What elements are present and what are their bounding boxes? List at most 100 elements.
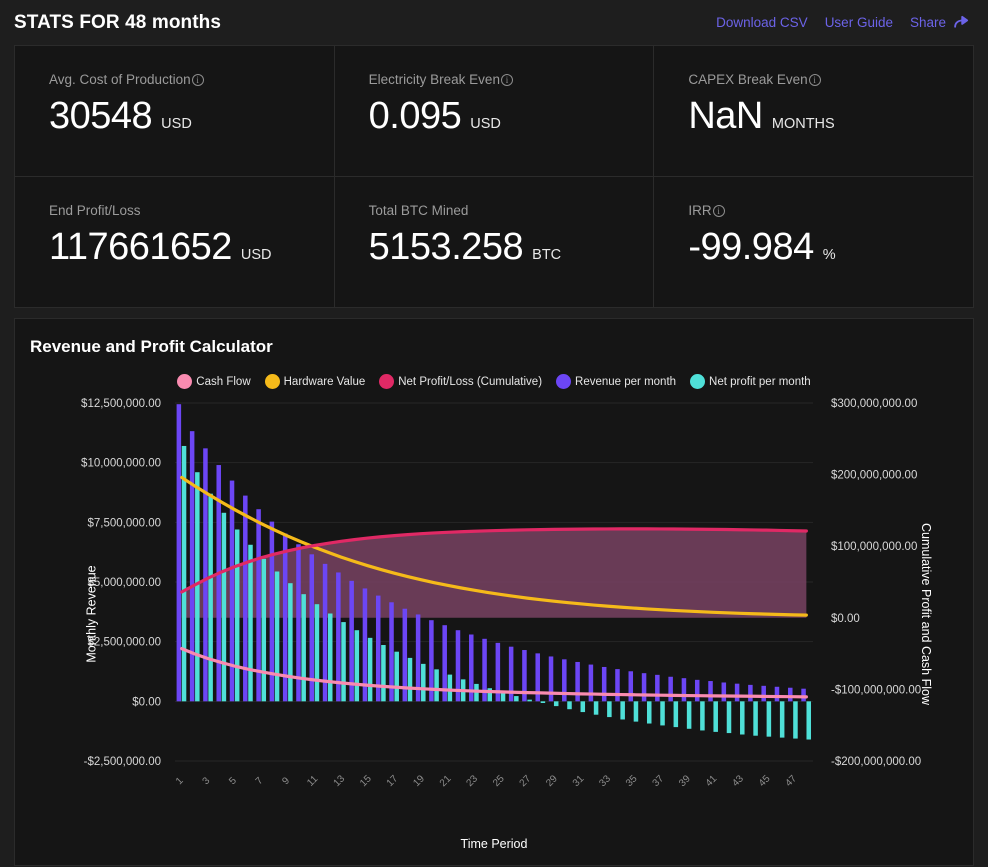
stat-unit: BTC xyxy=(532,247,561,263)
x-axis-tick: 7 xyxy=(254,775,266,787)
bar-net-profit-per-month xyxy=(607,701,612,717)
bar-net-profit-per-month xyxy=(767,701,772,736)
bar-net-profit-per-month xyxy=(634,701,639,721)
stat-value: 117661652 xyxy=(49,226,232,269)
bar-net-profit-per-month xyxy=(355,630,360,701)
x-axis-tick: 39 xyxy=(677,773,693,789)
bar-net-profit-per-month xyxy=(647,701,652,723)
bar-revenue-per-month xyxy=(642,673,647,701)
legend-item-net-profit-loss-cumulative[interactable]: Net Profit/Loss (Cumulative) xyxy=(379,374,542,389)
legend-label: Hardware Value xyxy=(284,376,366,388)
stat-value-row: 0.095 USD xyxy=(369,95,654,138)
x-axis-tick: 9 xyxy=(280,775,292,787)
stat-value-row: 117661652 USD xyxy=(49,226,334,269)
x-axis-tick: 13 xyxy=(332,773,348,789)
bar-net-profit-per-month xyxy=(182,446,187,701)
stat-unit: USD xyxy=(470,116,501,132)
bar-revenue-per-month xyxy=(668,677,673,702)
bar-revenue-per-month xyxy=(203,448,208,701)
y-axis-left-tick: $7,500,000.00 xyxy=(87,517,161,529)
x-axis-tick: 19 xyxy=(411,773,427,789)
stat-value: 5153.258 xyxy=(369,226,524,269)
stat-card-capex-break-even: CAPEX Break Even i NaN MONTHS xyxy=(654,46,974,177)
y-axis-left-tick: -$2,500,000.00 xyxy=(84,756,161,768)
stat-card-electricity-break-even: Electricity Break Even i 0.095 USD xyxy=(335,46,655,177)
bar-revenue-per-month xyxy=(801,689,806,702)
y-axis-right-tick: $0.00 xyxy=(831,613,860,625)
bar-net-profit-per-month xyxy=(301,594,306,701)
legend-swatch-icon xyxy=(265,374,280,389)
info-icon[interactable]: i xyxy=(713,205,725,217)
stat-label-text: End Profit/Loss xyxy=(49,203,141,218)
info-icon[interactable]: i xyxy=(192,74,204,86)
stat-unit: USD xyxy=(241,247,272,263)
stat-label-text: CAPEX Break Even xyxy=(688,72,807,87)
share-label[interactable]: Share xyxy=(910,15,946,30)
bar-net-profit-per-month xyxy=(195,472,200,701)
x-axis-tick: 11 xyxy=(305,773,320,788)
y-axis-left-tick: $12,500,000.00 xyxy=(81,398,161,410)
y-axis-left-title: Monthly Revenue xyxy=(85,565,99,662)
bar-net-profit-per-month xyxy=(434,669,439,701)
bar-revenue-per-month xyxy=(190,431,195,701)
user-guide-link[interactable]: User Guide xyxy=(825,15,893,30)
legend-item-hardware-value[interactable]: Hardware Value xyxy=(265,374,366,389)
legend-label: Cash Flow xyxy=(196,376,250,388)
bar-net-profit-per-month xyxy=(594,701,599,714)
share-arrow-icon[interactable] xyxy=(953,14,970,31)
bar-net-profit-per-month xyxy=(780,701,785,737)
x-axis-tick: 33 xyxy=(597,773,613,789)
stat-label: IRR i xyxy=(688,203,973,218)
x-axis-tick: 27 xyxy=(518,773,534,789)
stat-value-row: 30548 USD xyxy=(49,95,334,138)
bar-revenue-per-month xyxy=(761,686,766,702)
stat-label: Total BTC Mined xyxy=(369,203,654,218)
x-axis-tick: 35 xyxy=(624,773,640,789)
x-axis-tick: 41 xyxy=(704,773,720,789)
bar-net-profit-per-month xyxy=(793,701,798,738)
legend-label: Net profit per month xyxy=(709,376,811,388)
bar-net-profit-per-month xyxy=(421,664,426,701)
bar-net-profit-per-month xyxy=(674,701,679,727)
y-axis-right-tick: $100,000,000.00 xyxy=(831,541,917,553)
y-axis-right-tick: -$200,000,000.00 xyxy=(831,756,921,768)
stat-label-text: IRR xyxy=(688,203,711,218)
y-axis-right-tick: -$100,000,000.00 xyxy=(831,684,921,696)
bar-revenue-per-month xyxy=(695,680,700,701)
y-axis-right-tick: $200,000,000.00 xyxy=(831,470,917,482)
download-csv-link[interactable]: Download CSV xyxy=(716,15,808,30)
legend-item-revenue-per-month[interactable]: Revenue per month xyxy=(556,374,676,389)
stat-label-text: Avg. Cost of Production xyxy=(49,72,191,87)
chart-title: Revenue and Profit Calculator xyxy=(15,319,973,357)
x-axis-tick: 47 xyxy=(783,773,799,789)
stat-value: -99.984 xyxy=(688,226,813,269)
share-button[interactable]: Share xyxy=(910,14,970,31)
x-axis-tick: 21 xyxy=(438,773,454,789)
y-axis-right-tick: $300,000,000.00 xyxy=(831,398,917,410)
bar-net-profit-per-month xyxy=(514,696,519,701)
legend-swatch-icon xyxy=(690,374,705,389)
header-links: Download CSV User Guide Share xyxy=(716,14,970,31)
stat-card-avg-cost-of-production: Avg. Cost of Production i 30548 USD xyxy=(15,46,335,177)
page-header: STATS FOR 48 months Download CSV User Gu… xyxy=(0,0,988,45)
bar-revenue-per-month xyxy=(177,404,182,701)
info-icon[interactable]: i xyxy=(809,74,821,86)
info-icon[interactable]: i xyxy=(501,74,513,86)
bar-net-profit-per-month xyxy=(527,700,532,702)
stat-card-total-btc-mined: Total BTC Mined 5153.258 BTC xyxy=(335,177,655,308)
bar-revenue-per-month xyxy=(788,688,793,702)
bar-net-profit-per-month xyxy=(394,652,399,702)
x-axis-tick: 45 xyxy=(757,773,773,789)
x-axis-tick: 3 xyxy=(201,775,213,787)
bar-revenue-per-month xyxy=(602,667,607,701)
stat-card-irr: IRR i -99.984 % xyxy=(654,177,974,308)
bar-revenue-per-month xyxy=(748,685,753,701)
bar-revenue-per-month xyxy=(575,662,580,701)
stat-unit: MONTHS xyxy=(772,116,835,132)
bar-net-profit-per-month xyxy=(554,701,559,706)
revenue-profit-chart-panel: Revenue and Profit Calculator Cash Flow H… xyxy=(14,318,974,866)
legend-item-cash-flow[interactable]: Cash Flow xyxy=(177,374,250,389)
stat-unit: % xyxy=(823,247,836,263)
bar-net-profit-per-month xyxy=(328,614,333,702)
legend-item-net-profit-per-month[interactable]: Net profit per month xyxy=(690,374,811,389)
